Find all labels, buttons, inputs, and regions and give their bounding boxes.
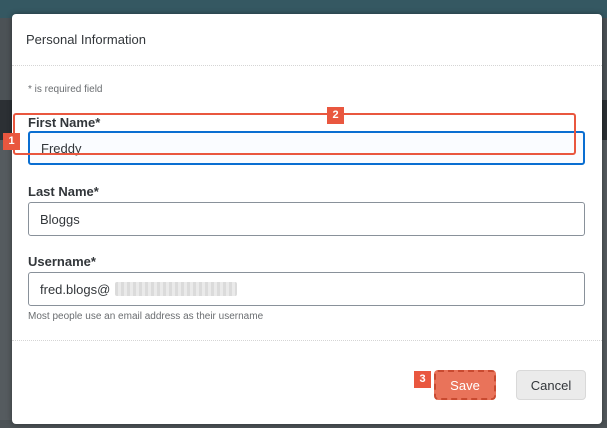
username-field[interactable]	[28, 272, 585, 306]
step-badge-2: 2	[327, 107, 344, 124]
step-badge-1: 1	[3, 133, 20, 150]
username-label: Username*	[28, 254, 96, 269]
redacted-email-domain	[115, 282, 237, 296]
first-name-field[interactable]	[28, 131, 585, 165]
first-name-label: First Name*	[28, 115, 101, 130]
dialog-footer	[12, 340, 602, 424]
username-hint: Most people use an email address as thei…	[28, 311, 264, 322]
last-name-field[interactable]	[28, 202, 585, 236]
step-badge-3: 3	[414, 371, 431, 388]
cancel-button[interactable]: Cancel	[516, 370, 586, 400]
dialog-header: Personal Information	[12, 14, 602, 66]
personal-information-dialog: Personal Information * is required field…	[12, 14, 602, 424]
save-button[interactable]: Save	[434, 370, 496, 400]
dialog-title: Personal Information	[26, 32, 146, 47]
required-field-note: * is required field	[28, 84, 103, 95]
last-name-label: Last Name*	[28, 184, 99, 199]
